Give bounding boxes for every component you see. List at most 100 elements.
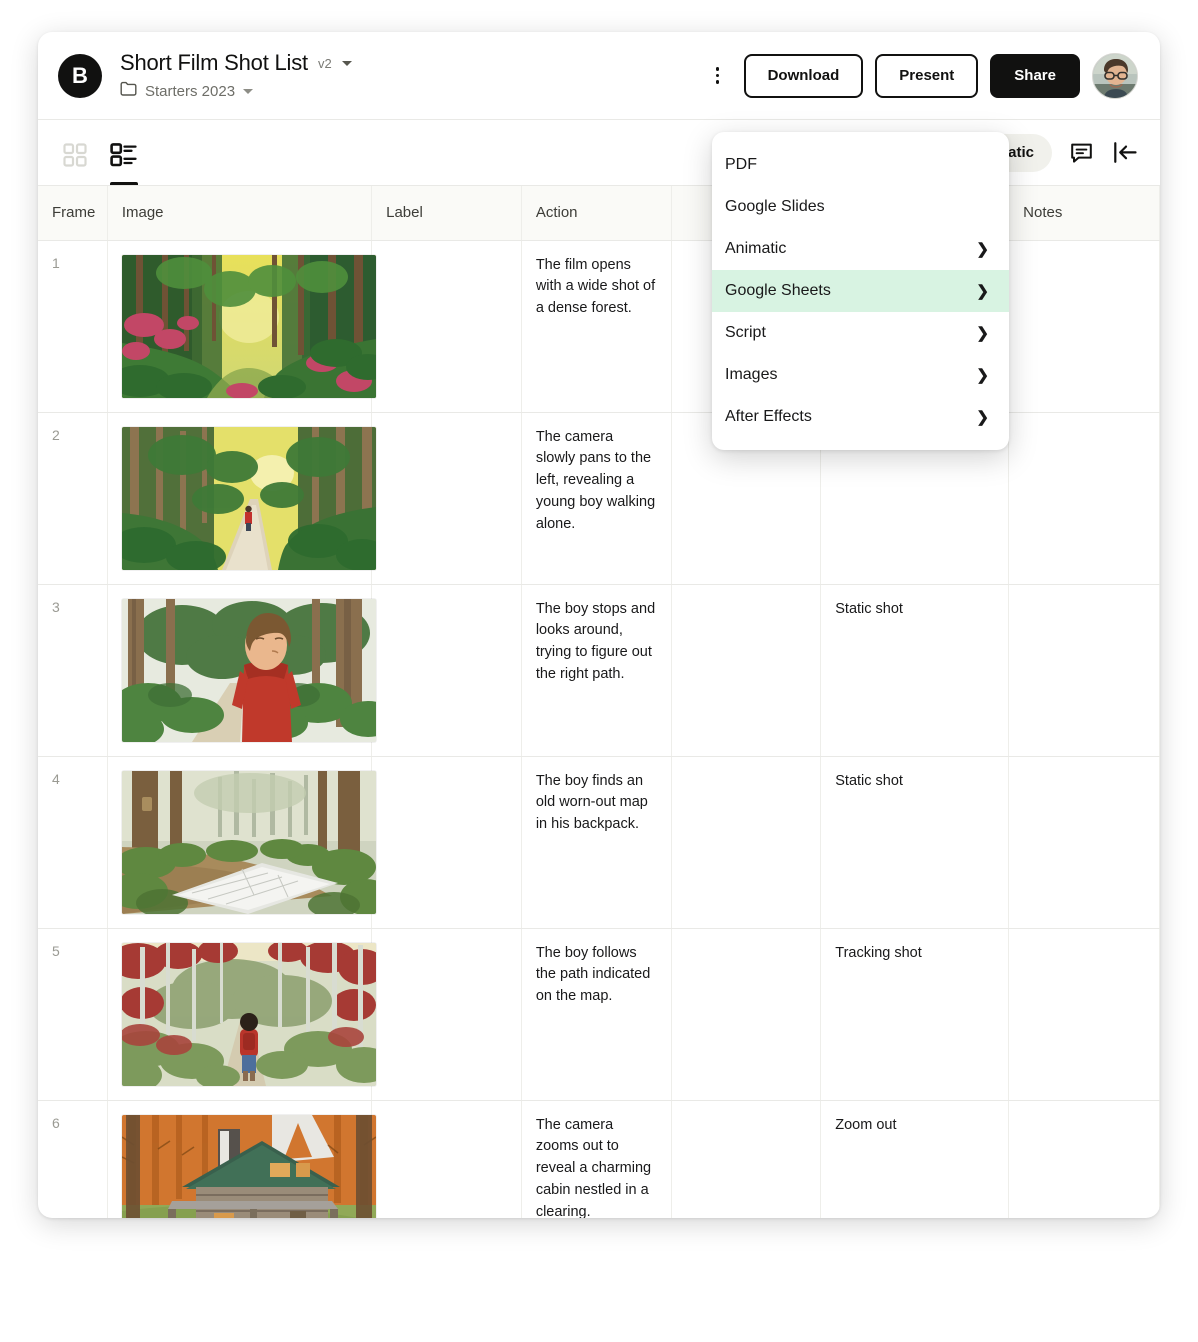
cell-camera[interactable]: Static shot <box>820 584 1010 757</box>
share-button[interactable]: Share <box>990 53 1080 98</box>
view-tabs <box>62 120 138 185</box>
page-title[interactable]: Short Film Shot List <box>120 50 308 76</box>
cell-camera[interactable]: Static shot <box>820 756 1010 929</box>
chevron-right-icon: ❯ <box>976 367 989 384</box>
shot-thumbnail-4[interactable] <box>121 770 376 914</box>
present-button[interactable]: Present <box>875 53 979 98</box>
cell-frame: 1 <box>38 240 108 413</box>
download-button[interactable]: Download <box>743 53 864 98</box>
column-header-notes[interactable]: Notes <box>1008 186 1160 241</box>
cell-label[interactable] <box>371 928 522 1101</box>
collapse-panel-icon[interactable] <box>1110 138 1140 168</box>
table-row[interactable]: 5 The boy follows the path indicated on … <box>38 928 1160 1101</box>
cell-action[interactable]: The film opens with a wide shot of a den… <box>521 240 672 413</box>
cell-blank[interactable] <box>671 1100 822 1218</box>
list-view-tab[interactable] <box>110 134 138 185</box>
shot-thumbnail-2[interactable] <box>121 426 376 570</box>
chevron-right-icon: ❯ <box>976 241 989 258</box>
cell-image[interactable] <box>107 584 376 757</box>
breadcrumb-folder-name: Starters 2023 <box>145 82 236 100</box>
menu-item-label: Animatic <box>725 240 787 257</box>
camera-text: Static shot <box>835 772 903 789</box>
cell-frame: 2 <box>38 412 108 585</box>
action-text: The camera zooms out to reveal a charmin… <box>535 1116 652 1219</box>
menu-item-label: PDF <box>725 156 757 173</box>
cell-label[interactable] <box>371 412 522 585</box>
menu-item-label: Google Slides <box>725 198 825 215</box>
cell-camera[interactable]: Tracking shot <box>820 928 1010 1101</box>
cell-image[interactable] <box>107 928 376 1101</box>
camera-text: Tracking shot <box>835 944 922 961</box>
brand-logo-letter: B <box>72 62 88 88</box>
grid-view-tab[interactable] <box>62 134 88 185</box>
cell-label[interactable] <box>371 756 522 929</box>
cell-frame: 6 <box>38 1100 108 1218</box>
menu-item-label: Images <box>725 366 778 383</box>
menu-item-after-effects[interactable]: After Effects ❯ <box>712 396 1009 438</box>
menu-item-script[interactable]: Script ❯ <box>712 312 1009 354</box>
cell-action[interactable]: The boy follows the path indicated on th… <box>521 928 672 1101</box>
title-block: Short Film Shot List v2 Starters 2023 <box>120 50 352 101</box>
menu-item-google-slides[interactable]: Google Slides <box>712 186 1009 228</box>
cell-frame: 4 <box>38 756 108 929</box>
document-version: v2 <box>317 55 332 71</box>
chevron-down-icon[interactable] <box>243 88 254 94</box>
cell-action[interactable]: The camera slowly pans to the left, reve… <box>521 412 672 585</box>
cell-label[interactable] <box>371 584 522 757</box>
menu-item-label: Google Sheets <box>725 282 831 299</box>
cell-action[interactable]: The boy finds an old worn-out map in his… <box>521 756 672 929</box>
column-header-label[interactable]: Label <box>371 186 522 241</box>
column-header-action[interactable]: Action <box>521 186 672 241</box>
chevron-down-icon[interactable] <box>341 60 352 66</box>
menu-item-google-sheets[interactable]: Google Sheets ❯ <box>712 270 1009 312</box>
cell-action[interactable]: The boy stops and looks around, trying t… <box>521 584 672 757</box>
table-row[interactable]: 3 The boy stops and looks around, trying… <box>38 584 1160 757</box>
cell-image[interactable] <box>107 412 376 585</box>
cell-image[interactable] <box>107 240 376 413</box>
cell-notes[interactable] <box>1008 1100 1160 1218</box>
menu-item-pdf[interactable]: PDF <box>712 144 1009 186</box>
download-dropdown-menu[interactable]: PDF Google Slides Animatic ❯ Google Shee… <box>712 132 1009 450</box>
avatar[interactable] <box>1092 52 1138 99</box>
table-row[interactable]: 6 The camera zooms out to reveal a charm… <box>38 1100 1160 1218</box>
app-window: B Short Film Shot List v2 Starters 2023 … <box>38 32 1160 1218</box>
brand-logo[interactable]: B <box>58 53 102 98</box>
action-text: The boy finds an old worn-out map in his… <box>535 772 648 833</box>
cell-label[interactable] <box>371 1100 522 1218</box>
shot-thumbnail-3[interactable] <box>121 598 376 742</box>
cell-camera[interactable]: Zoom out <box>820 1100 1010 1218</box>
shot-thumbnail-6[interactable] <box>121 1114 376 1218</box>
cell-frame: 3 <box>38 584 108 757</box>
table-row[interactable]: 4 The boy finds an old worn-out map in h… <box>38 756 1160 929</box>
cell-notes[interactable] <box>1008 756 1160 929</box>
column-header-image[interactable]: Image <box>107 186 373 241</box>
more-vertical-icon[interactable] <box>704 62 732 90</box>
action-text: The boy stops and looks around, trying t… <box>535 600 656 682</box>
title-row: Short Film Shot List v2 <box>120 50 352 76</box>
action-text: The film opens with a wide shot of a den… <box>535 256 656 317</box>
breadcrumb[interactable]: Starters 2023 <box>120 81 352 101</box>
shot-thumbnail-1[interactable] <box>121 254 376 398</box>
action-text: The camera slowly pans to the left, reve… <box>535 428 656 532</box>
chevron-right-icon: ❯ <box>976 283 989 300</box>
cell-image[interactable] <box>107 1100 376 1218</box>
cell-notes[interactable] <box>1008 412 1160 585</box>
shot-thumbnail-5[interactable] <box>121 942 376 1086</box>
menu-item-images[interactable]: Images ❯ <box>712 354 1009 396</box>
cell-blank[interactable] <box>671 584 822 757</box>
camera-text: Zoom out <box>835 1116 897 1133</box>
cell-notes[interactable] <box>1008 584 1160 757</box>
header-actions: Download Present Share <box>704 52 1138 99</box>
cell-blank[interactable] <box>671 928 822 1101</box>
grid-view-icon <box>62 142 88 173</box>
chevron-right-icon: ❯ <box>976 325 989 342</box>
cell-notes[interactable] <box>1008 240 1160 413</box>
cell-blank[interactable] <box>671 756 822 929</box>
cell-action[interactable]: The camera zooms out to reveal a charmin… <box>521 1100 672 1219</box>
menu-item-animatic[interactable]: Animatic ❯ <box>712 228 1009 270</box>
cell-notes[interactable] <box>1008 928 1160 1101</box>
cell-image[interactable] <box>107 756 376 929</box>
column-header-frame[interactable]: Frame <box>38 186 108 241</box>
cell-label[interactable] <box>371 240 522 413</box>
comment-icon[interactable] <box>1066 138 1096 168</box>
